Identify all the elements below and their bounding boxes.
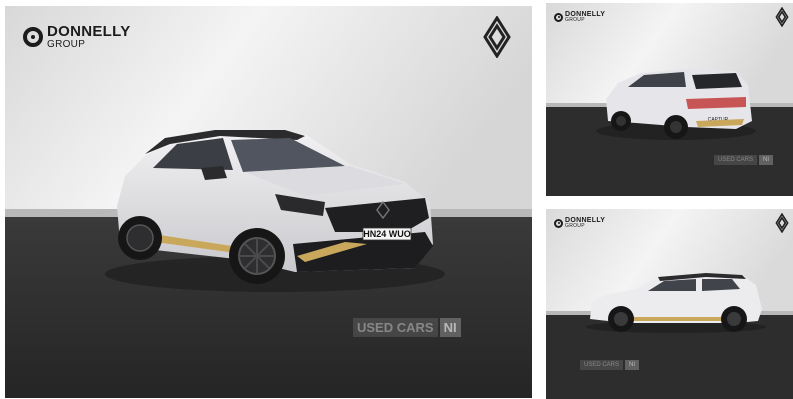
number-plate: HN24 WUO (363, 229, 411, 239)
logo-group-text: GROUP (565, 223, 585, 229)
rear-photo-scene: CAPTUR (546, 3, 793, 196)
used-cars-watermark: USED CARS NI (580, 360, 640, 370)
main-photo-scene: HN24 WUO (5, 6, 532, 398)
logo-group-text: GROUP (47, 39, 86, 50)
donnelly-logo-icon (23, 27, 43, 47)
renault-diamond-icon (483, 16, 511, 58)
donnelly-group-logo: DONNELLY GROUP (554, 217, 605, 229)
renault-diamond-icon (775, 213, 789, 233)
logo-brand-text: DONNELLY (47, 23, 131, 40)
logo-group-text: GROUP (565, 17, 585, 23)
used-cars-watermark: USED CARS NI (353, 318, 461, 337)
donnelly-logo-icon (554, 218, 563, 228)
donnelly-logo-icon (554, 12, 563, 22)
watermark-badge: NI (625, 360, 640, 370)
donnelly-group-logo: DONNELLY GROUP (554, 11, 605, 23)
donnelly-group-logo: DONNELLY GROUP (23, 24, 131, 50)
used-cars-watermark: USED CARS NI (714, 155, 774, 165)
watermark-text: USED CARS (580, 360, 624, 370)
rear-view-thumbnail[interactable]: CAPTUR DONNELLY GROUP USED CARS NI (546, 3, 793, 196)
watermark-badge: NI (759, 155, 774, 165)
watermark-text: USED CARS (353, 318, 438, 337)
side-view-thumbnail[interactable]: DONNELLY GROUP USED CARS NI (546, 209, 793, 399)
watermark-badge: NI (439, 318, 461, 337)
renault-diamond-icon (775, 7, 789, 27)
watermark-text: USED CARS (714, 155, 758, 165)
main-car-photo[interactable]: HN24 WUO DONNELLY GROUP USED CARS NI (5, 6, 532, 398)
side-photo-scene (546, 209, 793, 399)
